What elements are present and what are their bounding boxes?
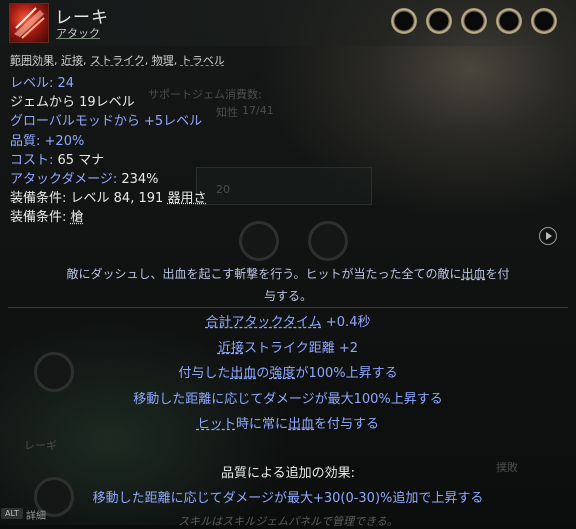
play-video-button[interactable] [539,227,557,245]
modifier-text: 移動した距離に応じてダメージが最大100%上昇する [133,391,443,407]
background-number: 20 [216,183,230,196]
tag-travel[interactable]: トラベル [181,54,225,67]
stat-requirement-weapon: 装備条件: 槍 [10,208,206,227]
stat-quality-label: 品質: [10,133,41,149]
modifier-text: を付与する [314,417,380,432]
rake-skill-icon [9,3,49,43]
requirement-dexterity[interactable]: 器用さ [167,191,206,206]
stat-global-mod: グローバルモッドから +5レベル [10,114,203,130]
keyword-melee[interactable]: 近接 [218,341,244,356]
modifier-line: ヒット時に常に出血を付与する [0,412,576,438]
tag-area[interactable]: 範囲効果 [10,54,54,67]
skill-type-tag[interactable]: アタック [56,25,100,41]
keyword-bleeding[interactable]: 出血 [462,267,486,281]
description-text: 敵にダッシュし、出血を起こす斬撃を行う。ヒットが当たった全ての敵に [66,267,462,281]
background-stat-label: 知性 [216,106,238,119]
quality-bonus-modifier: 移動した距離に応じてダメージが最大+30(0-30)%追加で上昇する [92,491,484,506]
footer-note: スキルはスキルジェムパネルで管理できる。 [178,515,398,528]
tag-melee[interactable]: 近接 [61,54,83,67]
stat-level-label: レベル: [10,76,54,91]
stat-gem-level: ジェムから 19レベル [10,95,135,111]
requirement-label: 装備条件: [10,191,67,207]
modifier-text: +0.4秒 [321,315,371,330]
support-socket[interactable] [426,8,452,34]
quality-bonus-title: 品質による追加の効果: [221,466,355,481]
stat-attack-damage-label: アタックダメージ: [10,172,118,188]
background-socket [239,221,279,261]
description-text: を付 [485,267,510,281]
modifier-text: の [256,366,270,381]
description-line-1: 敵にダッシュし、出血を起こす斬撃を行う。ヒットが当たった全ての敵に出血を付 [40,263,536,285]
stat-quality: 品質: +20% [10,132,206,151]
stat-cost-label: コスト: [10,152,54,168]
support-socket[interactable] [461,8,487,34]
keyword-total-attack-time[interactable]: 合計アタックタイム [206,315,322,330]
skill-description: 敵にダッシュし、出血を起こす斬撃を行う。ヒットが当たった全ての敵に出血を付 与す… [40,263,536,307]
background-stat-value: 17/41 [242,104,274,117]
keyword-magnitude[interactable]: 強度 [269,366,295,381]
requirement-spear[interactable]: 槍 [71,210,84,225]
description-line-2: 与する。 [263,289,312,303]
modifier-line: 合計アタックタイム +0.4秒 [0,310,576,336]
requirement-label: 装備条件: [10,210,67,226]
skill-stats: レベル: 24 ジェムから 19レベル グローバルモッドから +5レベル 品質:… [10,74,206,228]
support-socket[interactable] [531,8,557,34]
modifier-text: ストライク距離 +2 [243,340,359,356]
requirement-level-value: レベル 84, 191 [70,191,164,207]
modifier-text: が100%上昇する [295,366,398,381]
background-socket [308,221,348,261]
tag-physical[interactable]: 物理 [152,54,174,67]
modifier-text: 時に常に [235,417,288,432]
tag-strike[interactable]: ストライク [90,54,145,67]
support-socket[interactable] [391,8,417,34]
stat-attack-damage-value: 234% [121,172,159,188]
support-socket[interactable] [496,8,522,34]
modifier-text: 付与した [178,366,231,381]
stat-attack-damage: アタックダメージ: 234% [10,170,206,189]
background-corner-label: レーギ [24,439,57,452]
stat-level: レベル: 24 [10,74,206,93]
gem-sockets [391,8,557,34]
stat-quality-value: +20% [44,133,85,149]
modifier-line: 付与した出血の強度が100%上昇する [0,361,576,387]
stat-cost: コスト: 65 マナ [10,151,206,170]
keyword-bleeding[interactable]: 出血 [230,366,256,381]
modifier-line: 近接ストライク距離 +2 [0,336,576,362]
skill-modifiers: 合計アタックタイム +0.4秒 近接ストライク距離 +2 付与した出血の強度が1… [0,310,576,438]
skill-tags: 範囲効果, 近接, ストライク, 物理, トラベル [10,54,225,67]
stat-requirement-level: 装備条件: レベル 84, 191 器用さ [10,189,206,208]
keyword-bleeding[interactable]: 出血 [288,417,314,432]
modifier-line: 移動した距離に応じてダメージが最大100%上昇する [0,387,576,413]
keyword-hit[interactable]: ヒット [197,417,236,432]
stat-cost-value: 65 マナ [57,152,105,168]
divider [8,307,568,308]
stat-level-value: 24 [57,76,75,91]
